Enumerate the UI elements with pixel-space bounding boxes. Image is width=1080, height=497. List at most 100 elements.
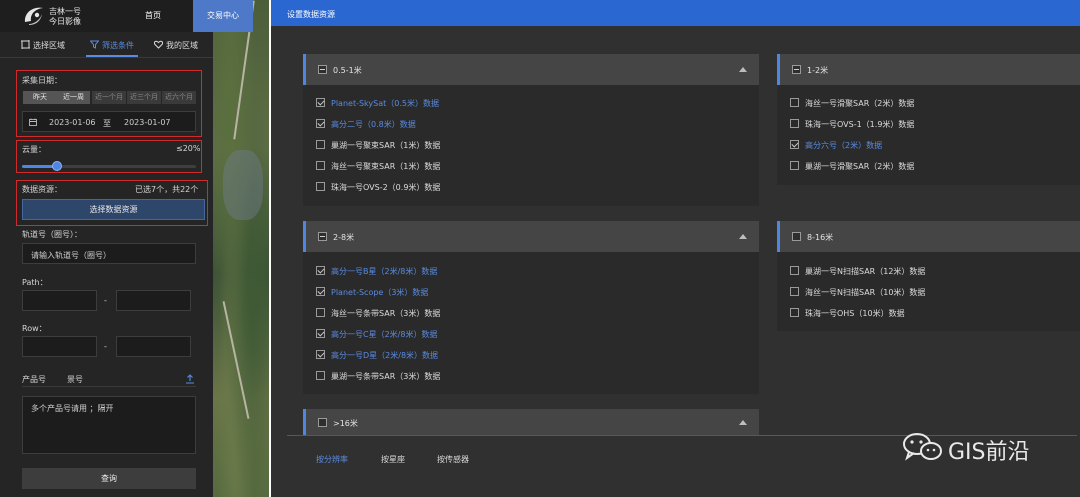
group-header[interactable]: 0.5-1米 (303, 54, 759, 85)
checkbox[interactable] (790, 287, 799, 296)
date-btn-week[interactable]: 近一周 (57, 91, 90, 104)
checkbox[interactable] (790, 266, 799, 275)
crop-icon (21, 40, 30, 49)
cloud-slider-track[interactable] (22, 165, 196, 168)
source-label: 巢湖一号滑聚SAR（2米）数据 (805, 162, 915, 171)
path-to-input[interactable] (116, 290, 191, 311)
checkbox[interactable] (316, 119, 325, 128)
cloud-slider-handle[interactable] (51, 161, 62, 171)
checkbox[interactable] (790, 98, 799, 107)
cloud-label: 云量： (22, 145, 46, 154)
group-header[interactable]: 8-16米 (777, 221, 1080, 252)
row-to-input[interactable] (116, 336, 191, 357)
row-from-input[interactable] (22, 336, 97, 357)
checkbox[interactable] (316, 161, 325, 170)
date-btn-three-months[interactable]: 近三个月 (127, 91, 161, 104)
date-btn-yesterday[interactable]: 昨天 (23, 91, 57, 104)
group-header[interactable]: 2-8米 (303, 221, 759, 252)
source-label: 高分二号（0.8米）数据 (331, 120, 416, 129)
collapse-caret-icon[interactable] (739, 420, 747, 425)
group-header[interactable]: 1-2米 (777, 54, 1080, 85)
group-2-8m: 2-8米 高分一号B星（2米/8米）数据 Planet-Scope（3米）数据 … (303, 221, 759, 394)
group-header[interactable]: >16米 (303, 409, 759, 435)
source-label: 巢湖一号N扫描SAR（12米）数据 (805, 267, 926, 276)
tab-by-resolution[interactable]: 按分辨率 (316, 454, 348, 465)
wechat-icon (903, 433, 942, 461)
map-view[interactable] (213, 0, 269, 497)
checkbox[interactable] (316, 182, 325, 191)
source-label: 高分一号D星（2米/8米）数据 (331, 351, 439, 360)
source-label: 高分一号B星（2米/8米）数据 (331, 267, 438, 276)
tab-filter-label: 筛选条件 (102, 41, 134, 50)
group-checkbox[interactable] (792, 232, 801, 241)
source-summary: 已选7个，共22个 (135, 185, 199, 194)
collapse-caret-icon[interactable] (739, 234, 747, 239)
top-bar: 吉林一号 今日影像 首页 (0, 0, 213, 32)
orbit-input[interactable]: 请输入轨道号（圈号） (22, 243, 196, 264)
checkbox[interactable] (316, 308, 325, 317)
product-number-textarea[interactable]: 多个产品号请用 ；隔开 (22, 396, 196, 454)
source-label: 高分六号（2米）数据 (805, 141, 883, 150)
source-label: 海丝一号滑聚SAR（2米）数据 (805, 99, 915, 108)
checkbox[interactable] (316, 98, 325, 107)
query-button[interactable]: 查询 (22, 468, 196, 489)
cloud-value: ≤20% (176, 144, 201, 153)
checkbox[interactable] (790, 119, 799, 128)
checkbox[interactable] (316, 266, 325, 275)
group-over-16m: >16米 (303, 409, 759, 435)
active-tab-indicator (86, 55, 138, 57)
source-label: 海丝一号聚束SAR（1米）数据 (331, 162, 441, 171)
source-label: 数据资源： (22, 185, 62, 194)
nav-trade-center-link[interactable]: 交易中心 (193, 0, 253, 32)
group-title: >16米 (333, 419, 358, 428)
source-label: 珠海一号OVS-1（1.9米）数据 (805, 120, 915, 129)
date-btn-six-months[interactable]: 近六个月 (162, 91, 196, 104)
collect-date-label: 采集日期： (22, 76, 62, 85)
tab-my-area-label: 我的区域 (166, 41, 198, 50)
nav-home-link[interactable]: 首页 (145, 10, 161, 21)
data-source-dialog: 设置数据资源 0.5-1米 Planet-SkySat（0.5米）数据 高分二号… (271, 0, 1080, 497)
checkbox[interactable] (316, 140, 325, 149)
watermark-text: GIS前沿 (948, 440, 1030, 465)
tab-select-area[interactable]: 选择区域 (21, 40, 65, 51)
logo-text-line2: 今日影像 (49, 17, 81, 26)
scene-tab[interactable]: 景号 (67, 374, 83, 385)
date-separator: 至 (103, 119, 111, 128)
logo: 吉林一号 今日影像 (22, 3, 90, 29)
date-range-input[interactable]: 2023-01-06 至 2023-01-07 (22, 111, 196, 132)
source-label: 海丝一号条带SAR（3米）数据 (331, 309, 441, 318)
group-title: 8-16米 (807, 233, 834, 242)
checkbox[interactable] (790, 140, 799, 149)
tab-by-constellation[interactable]: 按星座 (381, 454, 405, 465)
select-data-source-button[interactable]: 选择数据资源 (22, 199, 205, 220)
dialog-title: 设置数据资源 (287, 10, 335, 19)
group-checkbox[interactable] (792, 65, 801, 74)
checkbox[interactable] (790, 308, 799, 317)
tab-filter[interactable]: 筛选条件 (90, 40, 134, 51)
date-end: 2023-01-07 (124, 118, 171, 127)
left-tabs: 选择区域 筛选条件 我的区域 (0, 32, 213, 58)
group-title: 1-2米 (807, 66, 829, 75)
upload-icon[interactable] (185, 374, 195, 384)
date-btn-month[interactable]: 近一个月 (92, 91, 126, 104)
source-label: 珠海一号OVS-2（0.9米）数据 (331, 183, 441, 192)
checkbox[interactable] (790, 161, 799, 170)
product-tab[interactable]: 产品号 (22, 374, 46, 385)
group-title: 2-8米 (333, 233, 355, 242)
collapse-caret-icon[interactable] (739, 67, 747, 72)
path-label: Path： (22, 278, 48, 287)
tab-by-sensor[interactable]: 按传感器 (437, 454, 469, 465)
map-road (222, 301, 250, 419)
tab-my-area[interactable]: 我的区域 (154, 40, 198, 51)
checkbox[interactable] (316, 287, 325, 296)
product-divider (22, 386, 196, 387)
checkbox[interactable] (316, 350, 325, 359)
group-checkbox[interactable] (318, 418, 327, 427)
product-placeholder: 多个产品号请用 ；隔开 (31, 404, 114, 413)
group-checkbox[interactable] (318, 232, 327, 241)
row-separator: - (104, 342, 107, 351)
group-checkbox[interactable] (318, 65, 327, 74)
path-from-input[interactable] (22, 290, 97, 311)
checkbox[interactable] (316, 329, 325, 338)
checkbox[interactable] (316, 371, 325, 380)
